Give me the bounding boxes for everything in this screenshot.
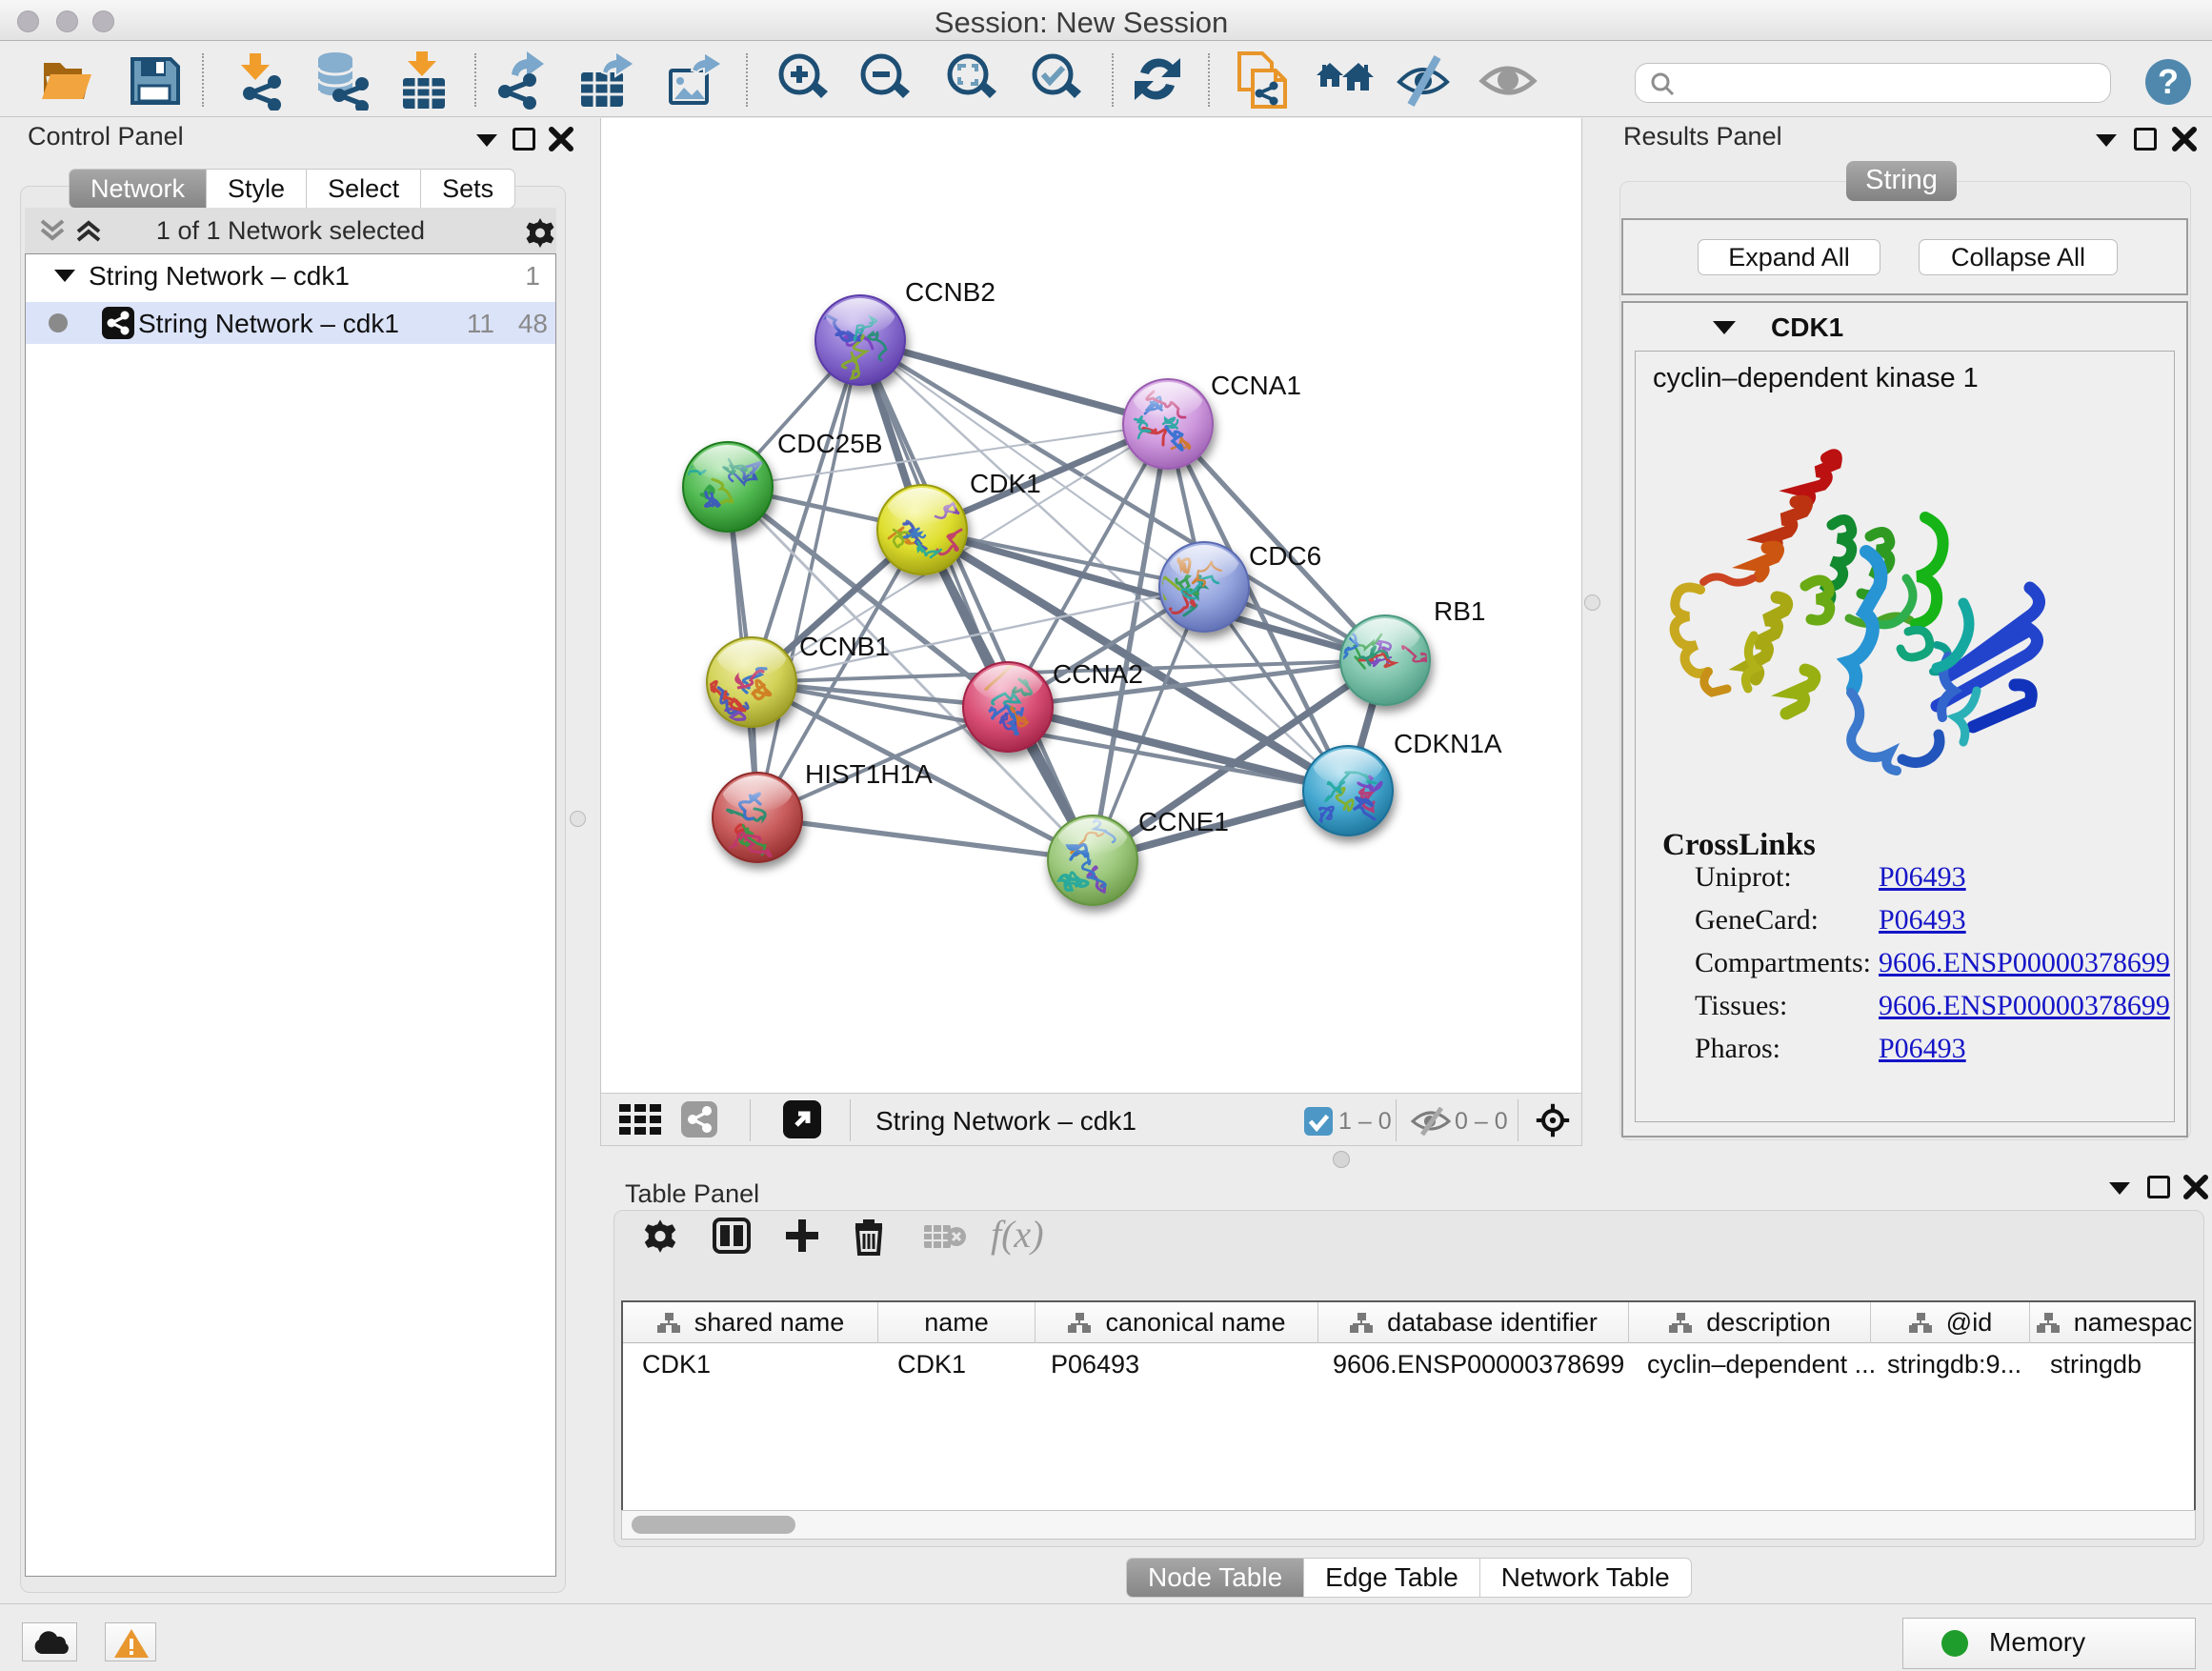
svg-text:CCNA1: CCNA1 <box>1211 371 1301 400</box>
svg-text:CDC6: CDC6 <box>1249 541 1321 571</box>
svg-text:CCNA2: CCNA2 <box>1053 659 1143 689</box>
svg-text:CCNB1: CCNB1 <box>799 632 890 661</box>
svg-text:CDK1: CDK1 <box>970 469 1041 498</box>
svg-text:CCNB2: CCNB2 <box>905 277 995 307</box>
svg-text:HIST1H1A: HIST1H1A <box>805 759 933 789</box>
svg-text:RB1: RB1 <box>1434 596 1485 626</box>
svg-text:CDKN1A: CDKN1A <box>1394 729 1502 758</box>
svg-text:CDC25B: CDC25B <box>777 429 882 458</box>
svg-text:CCNE1: CCNE1 <box>1138 807 1229 836</box>
